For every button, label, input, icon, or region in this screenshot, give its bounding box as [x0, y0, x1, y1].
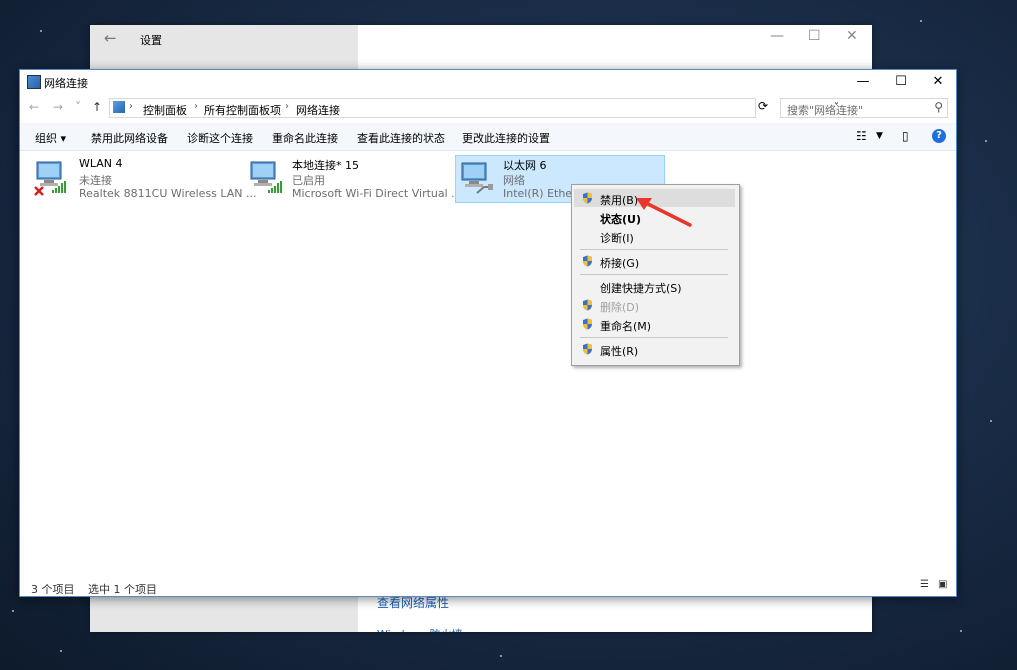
menu-item-label: 桥接(G) [600, 257, 640, 270]
menu-item-label: 创建快捷方式(S) [600, 282, 682, 295]
organize-menu-button[interactable]: 组织 ▾ [35, 130, 66, 146]
settings-minimize-button[interactable]: — [770, 28, 784, 44]
disable-device-button[interactable]: 禁用此网络设备 [91, 130, 168, 146]
connection-name: 以太网 6 [503, 159, 547, 172]
close-button[interactable]: ✕ [919, 70, 957, 94]
title-bar: 网络连接 — ☐ ✕ [20, 70, 956, 94]
signal-strength-icon [268, 181, 282, 193]
menu-item-create-shortcut[interactable]: 创建快捷方式(S) [574, 277, 735, 295]
windows-firewall-link[interactable]: Windows 防火墙 [377, 626, 463, 632]
menu-item-label: 删除(D) [600, 301, 640, 314]
star [985, 140, 987, 142]
menu-separator [580, 249, 728, 250]
disconnected-x-icon [34, 186, 44, 196]
control-panel-icon [113, 101, 125, 113]
command-bar: 组织 ▾ 禁用此网络设备 诊断这个连接 重命名此连接 查看此连接的状态 更改此连… [20, 123, 956, 151]
menu-item-label: 属性(R) [600, 345, 639, 358]
back-arrow-icon[interactable]: ← [29, 100, 39, 114]
change-settings-button[interactable]: 更改此连接的设置 [462, 130, 550, 146]
connection-status: 网络 [503, 174, 525, 187]
connection-item-local-15[interactable]: 本地连接* 15 已启用 Microsoft Wi-Fi Direct Virt… [245, 155, 462, 203]
signal-strength-icon [52, 181, 66, 193]
menu-item-delete: 删除(D) [574, 296, 735, 314]
uac-shield-icon [583, 255, 592, 267]
view-options-icon[interactable]: ☷ [856, 129, 867, 143]
connection-device: Realtek 8811CU Wireless LAN ... [79, 187, 257, 200]
selected-count: 选中 1 个项目 [88, 583, 157, 596]
help-icon[interactable]: ? [932, 129, 946, 143]
large-icons-view-icon[interactable]: ▣ [938, 579, 947, 590]
connection-status: 未连接 [79, 174, 112, 187]
view-status-button[interactable]: 查看此连接的状态 [357, 130, 445, 146]
window-title: 网络连接 [44, 77, 88, 90]
breadcrumb-all-items[interactable]: 所有控制面板项 [204, 102, 281, 118]
settings-close-button[interactable]: ✕ [846, 28, 858, 44]
network-connections-window: 网络连接 — ☐ ✕ ← → ˅ ↑ › 控制面板 › 所有控制面板项 › 网络… [19, 69, 957, 597]
address-bar: ← → ˅ ↑ › 控制面板 › 所有控制面板项 › 网络连接 ˅ ⟳ 搜索"网… [20, 96, 956, 120]
preview-pane-icon[interactable]: ▯ [902, 129, 909, 143]
breadcrumb-separator: › [129, 101, 133, 112]
settings-maximize-button[interactable]: ☐ [808, 28, 821, 44]
breadcrumb-network-connections[interactable]: 网络连接 [296, 102, 340, 118]
recent-locations-icon[interactable]: ˅ [75, 100, 81, 114]
star [960, 630, 962, 632]
menu-item-properties[interactable]: 属性(R) [574, 340, 735, 358]
menu-item-rename[interactable]: 重命名(M) [574, 315, 735, 333]
minimize-button[interactable]: — [844, 70, 882, 94]
breadcrumb-separator: › [194, 101, 198, 112]
menu-separator [580, 337, 728, 338]
back-icon[interactable]: ← [104, 29, 117, 47]
menu-separator [580, 274, 728, 275]
connections-list: WLAN 4 未连接 Realtek 8811CU Wireless LAN .… [20, 151, 956, 576]
breadcrumb-separator: › [285, 101, 289, 112]
search-icon[interactable]: ⚲ [934, 100, 943, 114]
menu-item-label: 重命名(M) [600, 320, 652, 333]
settings-title: 设置 [140, 34, 162, 47]
search-placeholder: 搜索"网络连接" [787, 104, 864, 117]
star [920, 20, 922, 22]
rename-connection-button[interactable]: 重命名此连接 [272, 130, 338, 146]
item-count: 3 个项目 [31, 583, 75, 596]
uac-shield-icon [583, 343, 592, 355]
star [40, 30, 42, 32]
address-field[interactable]: › 控制面板 › 所有控制面板项 › 网络连接 ˅ [109, 98, 839, 118]
status-bar: 3 个项目 选中 1 个项目 ☰ ▣ [20, 576, 956, 596]
uac-shield-icon [583, 299, 592, 311]
details-view-icon[interactable]: ☰ [920, 579, 929, 590]
star [990, 420, 992, 422]
connection-status: 已启用 [292, 174, 325, 187]
view-dropdown-icon[interactable]: ▼ [876, 131, 883, 141]
uac-shield-icon [583, 318, 592, 330]
diagnose-connection-button[interactable]: 诊断这个连接 [187, 130, 253, 146]
network-folder-icon [27, 75, 41, 89]
connection-device: Microsoft Wi-Fi Direct Virtual ... [292, 187, 462, 200]
up-arrow-icon[interactable]: ↑ [92, 100, 102, 114]
menu-item-label: 诊断(I) [600, 232, 634, 245]
breadcrumb-control-panel[interactable]: 控制面板 [143, 102, 187, 118]
refresh-icon[interactable]: ⟳ [758, 99, 774, 117]
star [60, 650, 62, 652]
star [500, 655, 502, 657]
forward-arrow-icon[interactable]: → [53, 100, 63, 114]
star [12, 610, 14, 612]
connection-name: 本地连接* 15 [292, 159, 359, 172]
menu-item-bridge[interactable]: 桥接(G) [574, 252, 735, 270]
maximize-button[interactable]: ☐ [882, 70, 920, 94]
uac-shield-icon [583, 192, 592, 204]
ethernet-cable-icon [476, 184, 493, 194]
annotation-arrow-icon [636, 198, 692, 227]
connection-name: WLAN 4 [79, 157, 123, 170]
connection-item-wlan4[interactable]: WLAN 4 未连接 Realtek 8811CU Wireless LAN .… [31, 155, 257, 203]
search-input[interactable]: 搜索"网络连接" ⚲ [780, 98, 948, 118]
